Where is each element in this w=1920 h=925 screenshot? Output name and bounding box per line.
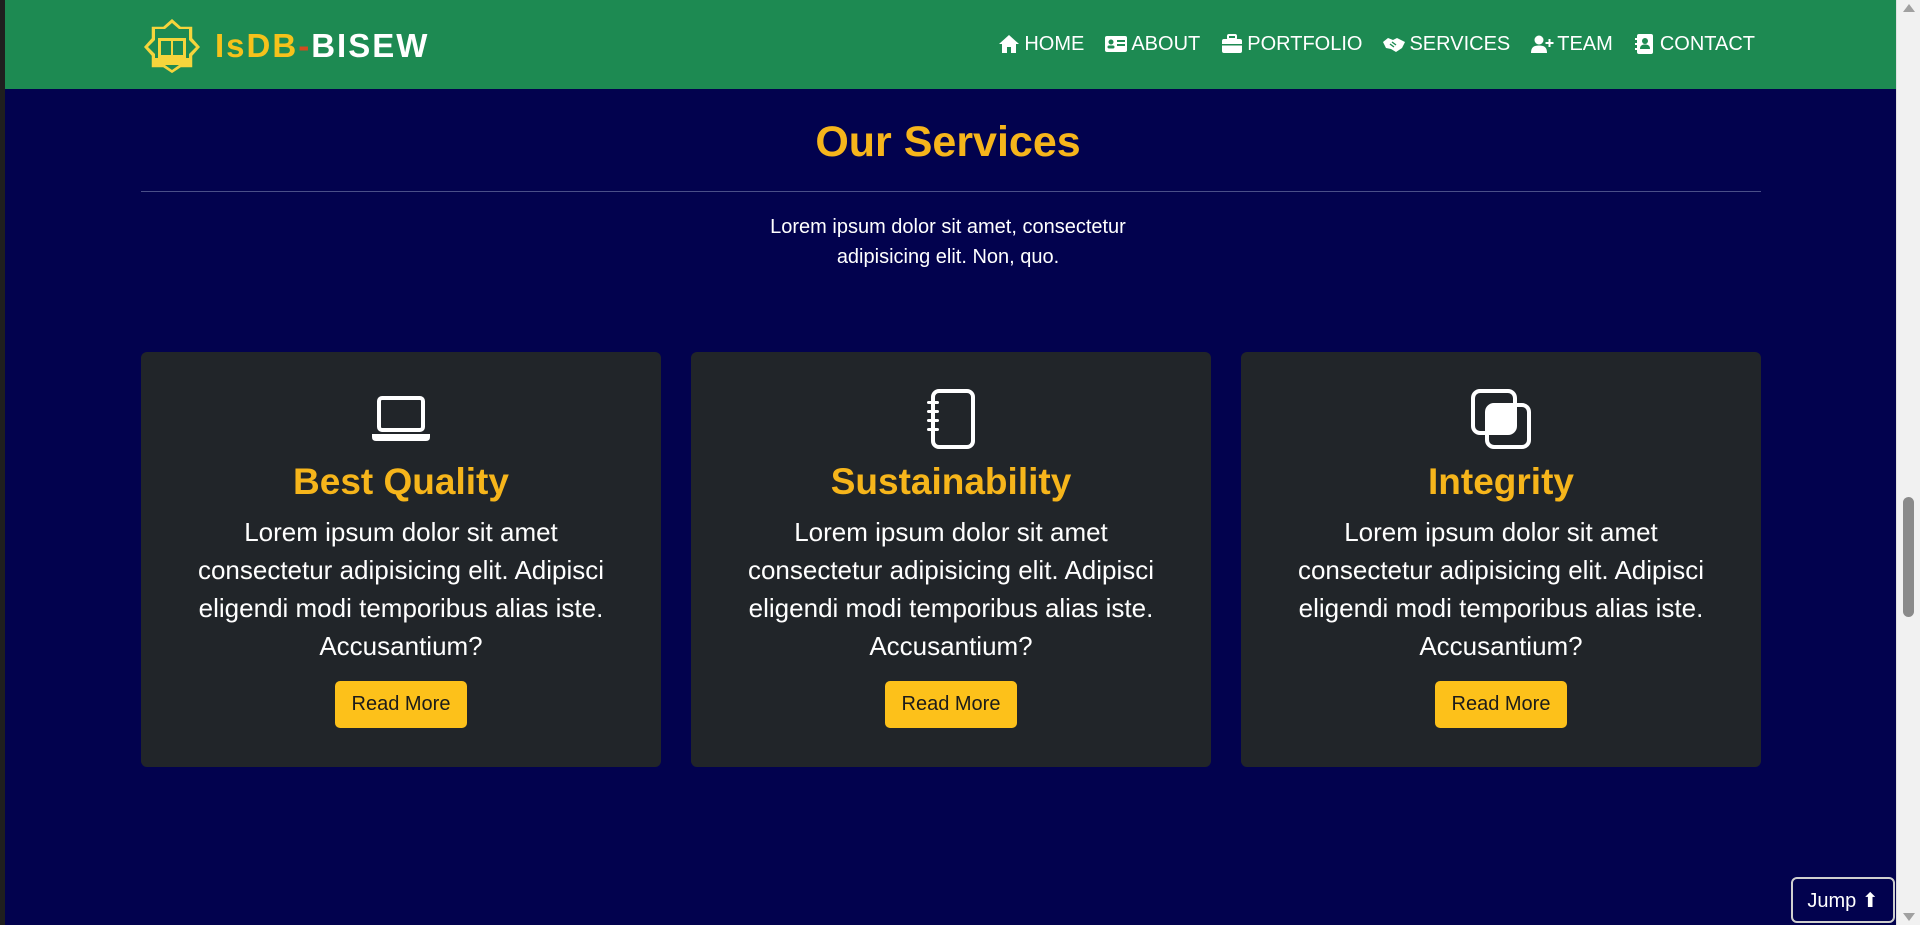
scroll-down-arrow-icon[interactable] [1903, 913, 1915, 921]
nav-label-home: HOME [1024, 32, 1085, 55]
nav-label-services: SERVICES [1409, 32, 1511, 55]
briefcase-icon [1222, 34, 1243, 53]
nav-label-about: ABOUT [1131, 32, 1201, 55]
jump-to-top-button[interactable]: Jump ⬆ [1791, 877, 1895, 923]
brand-name-dash: - [298, 27, 312, 64]
service-card-sustainability: Sustainability Lorem ipsum dolor sit ame… [691, 352, 1211, 767]
card-text: Lorem ipsum dolor sit amet consectetur a… [1297, 517, 1705, 661]
nav-item-home[interactable]: HOME [997, 33, 1084, 56]
card-title: Integrity [1428, 461, 1574, 502]
brand-name-bisew: BISEW [311, 27, 430, 64]
scroll-thumb[interactable] [1903, 497, 1914, 617]
home-icon [999, 35, 1020, 53]
nav-item-about[interactable]: ABOUT [1104, 33, 1200, 56]
nav-item-services[interactable]: SERVICES [1382, 33, 1510, 56]
page-scrollbar[interactable] [1896, 0, 1920, 925]
laptop-icon [372, 396, 430, 441]
nav-label-team: TEAM [1557, 32, 1613, 55]
scroll-up-arrow-icon[interactable] [1903, 4, 1915, 12]
brand-logo-icon [141, 16, 203, 75]
card-title: Sustainability [830, 461, 1072, 502]
handshake-icon [1383, 38, 1406, 52]
service-card-best-quality: Best Quality Lorem ipsum dolor sit amet … [141, 352, 661, 767]
nav-label-contact: CONTACT [1659, 32, 1755, 55]
brand[interactable]: IsDB-BISEW [141, 16, 429, 76]
user-plus-icon [1531, 35, 1554, 53]
id-card-icon [1105, 36, 1128, 52]
navbar: IsDB-BISEW HOME ABOUT PORTFOLIO SERVICES… [5, 0, 1896, 89]
journal-icon [927, 389, 975, 449]
nav-label-portfolio: PORTFOLIO [1247, 32, 1363, 55]
read-more-button[interactable]: Read More [1434, 681, 1568, 728]
brand-name: IsDB-BISEW [215, 27, 429, 65]
service-card-integrity: Integrity Lorem ipsum dolor sit amet con… [1241, 352, 1761, 767]
card-text: Lorem ipsum dolor sit amet consectetur a… [197, 517, 605, 661]
nav-item-team[interactable]: TEAM [1530, 33, 1613, 56]
nav-item-portfolio[interactable]: PORTFOLIO [1220, 33, 1362, 56]
card-title: Best Quality [293, 461, 509, 502]
read-more-button[interactable]: Read More [884, 681, 1018, 728]
address-book-icon [1634, 34, 1653, 54]
read-more-button[interactable]: Read More [334, 681, 468, 728]
title-divider [141, 191, 1761, 192]
main-nav: HOME ABOUT PORTFOLIO SERVICES TEAM CONTA… [977, 28, 1755, 60]
services-subtitle: Lorem ipsum dolor sit amet, consectetur … [770, 216, 1126, 268]
overlapping-squares-icon [1471, 389, 1531, 449]
brand-name-isdb: IsDB [215, 27, 299, 64]
nav-item-contact[interactable]: CONTACT [1633, 33, 1755, 56]
card-text: Lorem ipsum dolor sit amet consectetur a… [747, 517, 1155, 661]
services-title: Our Services [815, 118, 1081, 166]
